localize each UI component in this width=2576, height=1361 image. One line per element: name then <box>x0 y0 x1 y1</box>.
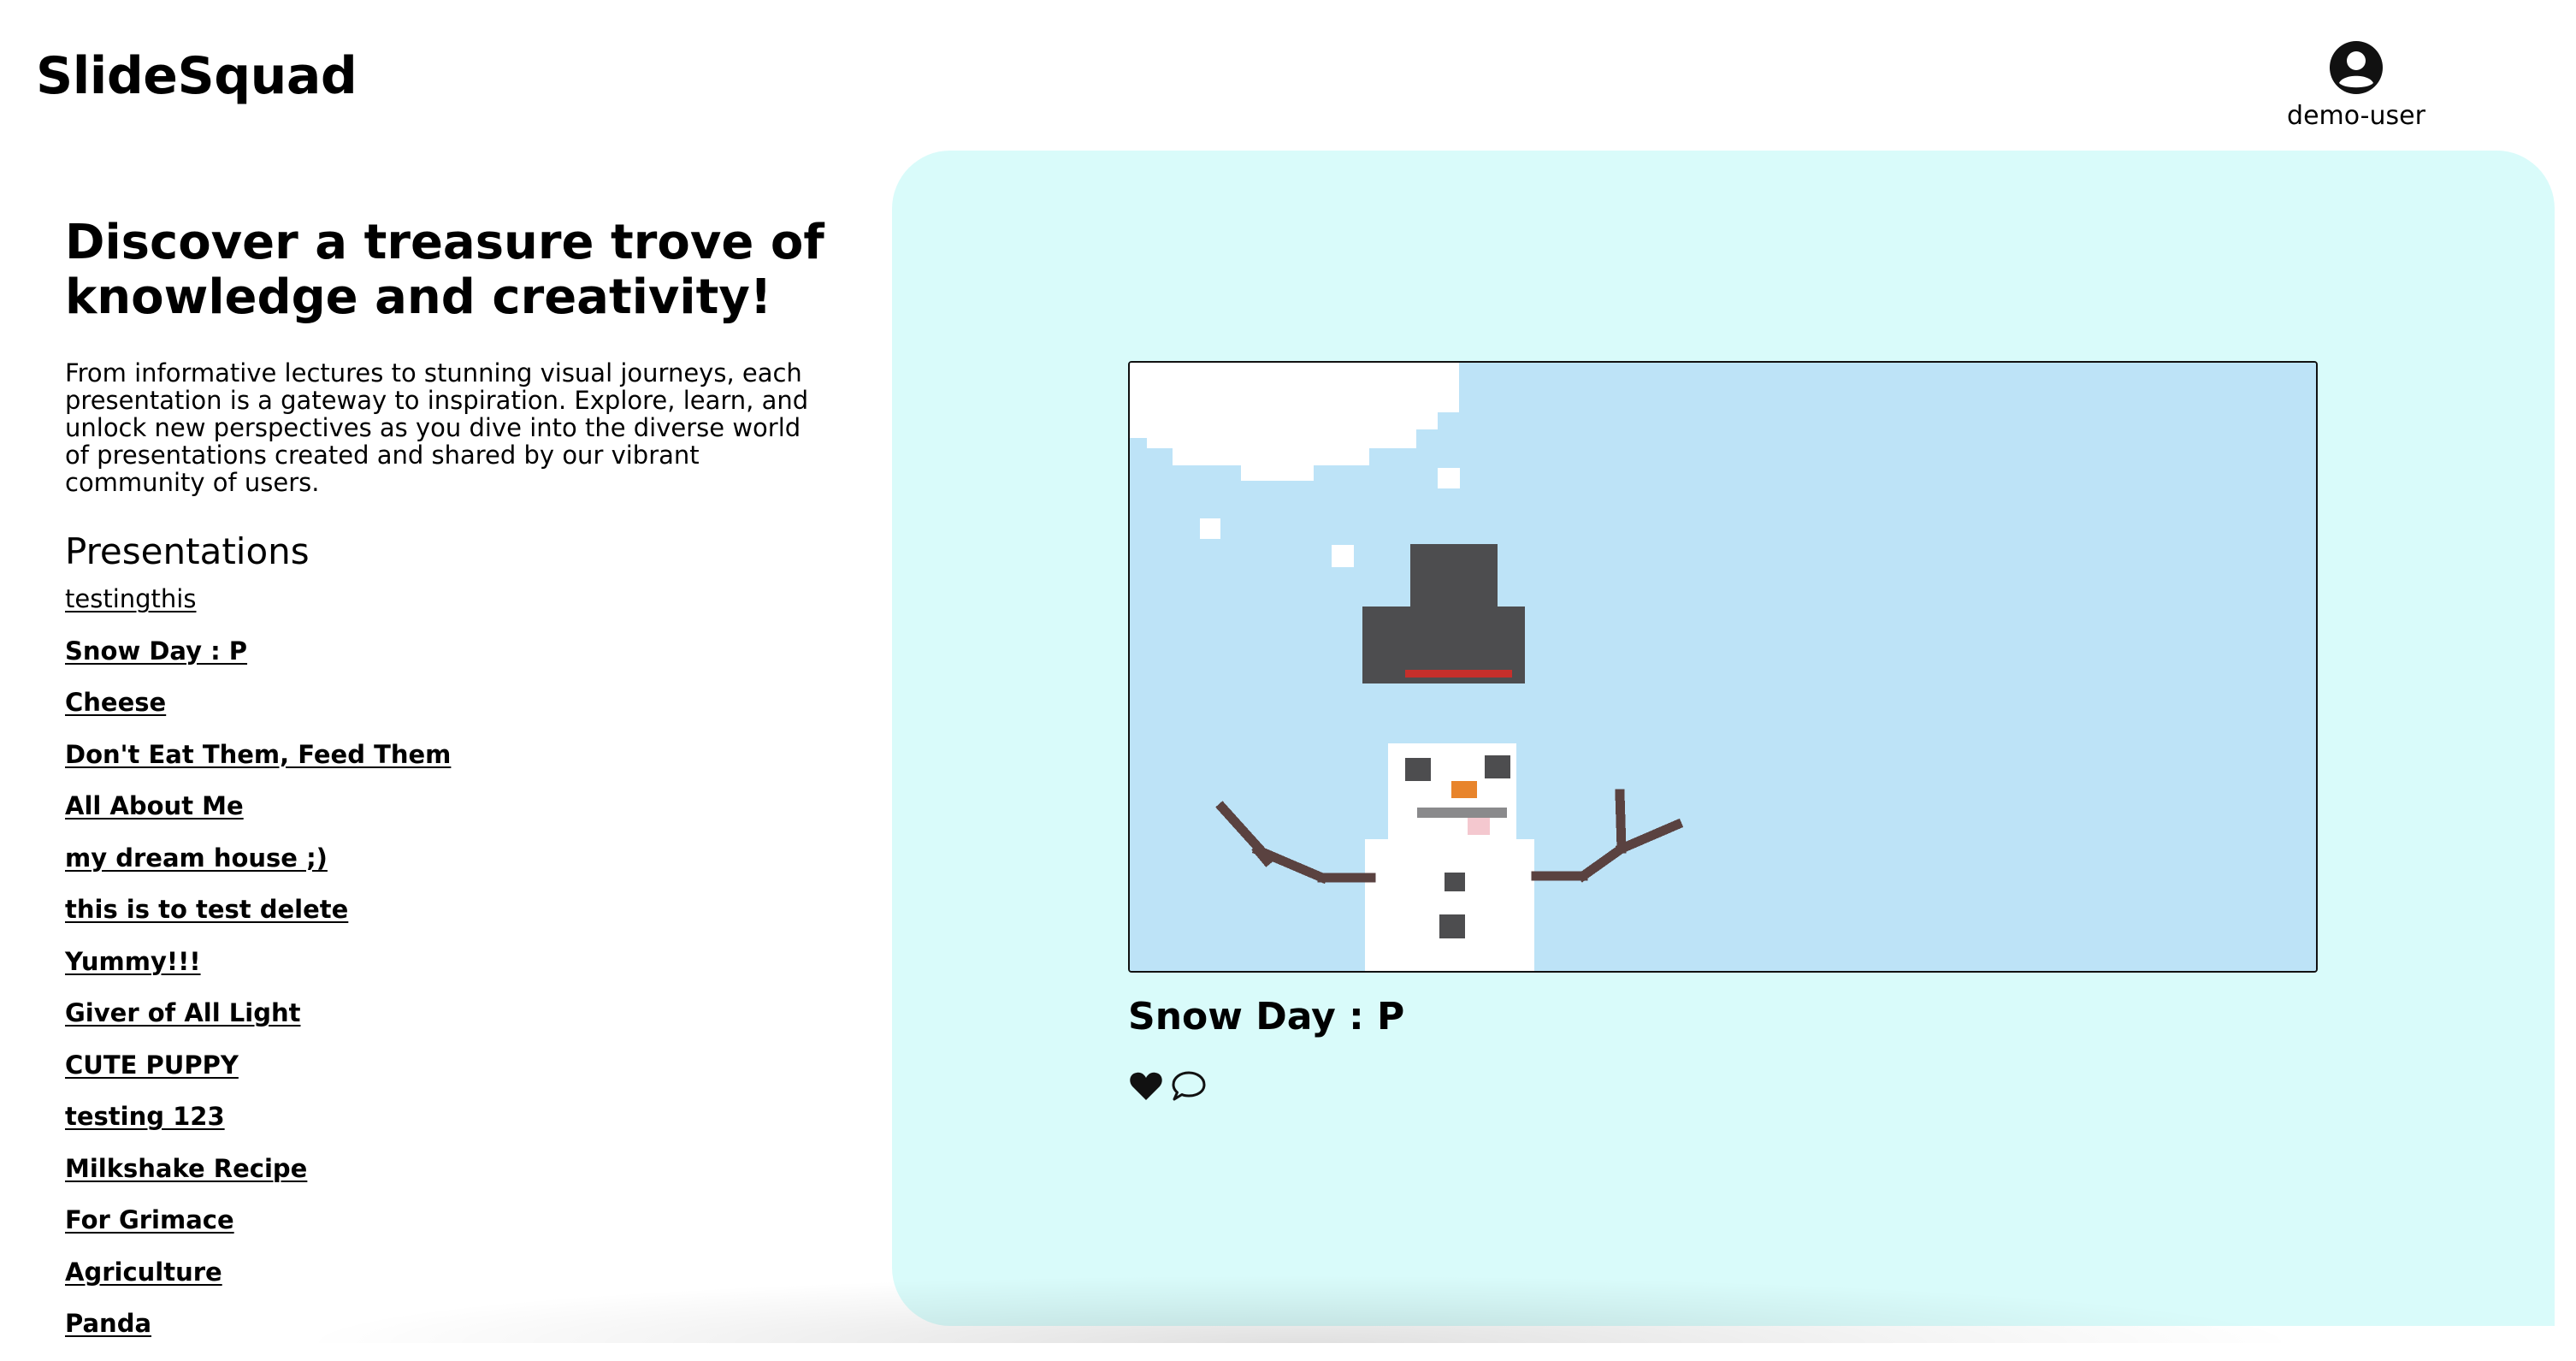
list-item: testing 123 <box>65 1102 835 1154</box>
list-item: Don't Eat Them, Feed Them <box>65 740 835 792</box>
snowman-slide-image <box>1130 363 2316 971</box>
list-item: my dream house ;) <box>65 843 835 896</box>
presentation-list: testingthis Snow Day : P Cheese Don't Ea… <box>65 584 835 1361</box>
presentation-link[interactable]: Milkshake Recipe <box>65 1154 307 1183</box>
presentation-link[interactable]: Panda <box>65 1309 151 1338</box>
list-item: Milkshake Recipe <box>65 1154 835 1206</box>
list-item: Agriculture <box>65 1257 835 1310</box>
presentation-link[interactable]: testing 123 <box>65 1102 225 1131</box>
presentation-link[interactable]: For Grimace <box>65 1205 234 1234</box>
featured-title[interactable]: Snow Day : P <box>1128 995 2318 1039</box>
username-label: demo-user <box>2287 101 2425 131</box>
list-item: Yummy!!! <box>65 947 835 999</box>
presentation-link[interactable]: Snow Day : P <box>65 636 247 666</box>
presentation-link[interactable]: All About Me <box>65 791 244 820</box>
heart-icon[interactable] <box>1128 1068 1164 1104</box>
presentation-link[interactable]: this is to test delete <box>65 895 348 924</box>
hero-description: From informative lectures to stunning vi… <box>65 358 809 497</box>
presentation-link[interactable]: Don't Eat Them, Feed Them <box>65 740 451 769</box>
presentation-link[interactable]: Giver of All Light <box>65 998 300 1027</box>
list-item: testingthis <box>65 584 835 636</box>
list-item: this is to test delete <box>65 895 835 947</box>
comment-icon[interactable] <box>1171 1068 1207 1104</box>
intro-section: Discover a treasure trove of knowledge a… <box>65 216 835 1361</box>
featured-actions <box>1128 1068 2318 1104</box>
list-item: Giver of All Light <box>65 998 835 1050</box>
presentation-link[interactable]: Yummy!!! <box>65 947 201 976</box>
user-circle-icon <box>2330 41 2383 94</box>
presentation-link[interactable]: my dream house ;) <box>65 843 328 873</box>
user-menu[interactable]: demo-user <box>2258 39 2455 131</box>
list-item: Cheese <box>65 688 835 740</box>
presentations-heading: Presentations <box>65 530 310 572</box>
list-item: CUTE PUPPY <box>65 1050 835 1103</box>
presentation-link[interactable]: Cheese <box>65 688 166 717</box>
presentation-link[interactable]: testingthis <box>65 584 196 613</box>
presentation-link[interactable]: CUTE PUPPY <box>65 1050 239 1080</box>
list-item: Snow Day : P <box>65 636 835 689</box>
app-logo[interactable]: SlideSquad <box>36 46 357 106</box>
hero-headline: Discover a treasure trove of knowledge a… <box>65 215 824 325</box>
list-item: All About Me <box>65 791 835 843</box>
list-item: Panda <box>65 1309 835 1361</box>
featured-panel: Snow Day : P <box>892 151 2555 1326</box>
featured-presentation: Snow Day : P <box>1128 361 2318 1104</box>
presentation-link[interactable]: Agriculture <box>65 1257 222 1287</box>
list-item: For Grimace <box>65 1205 835 1257</box>
slide-preview[interactable] <box>1128 361 2318 973</box>
